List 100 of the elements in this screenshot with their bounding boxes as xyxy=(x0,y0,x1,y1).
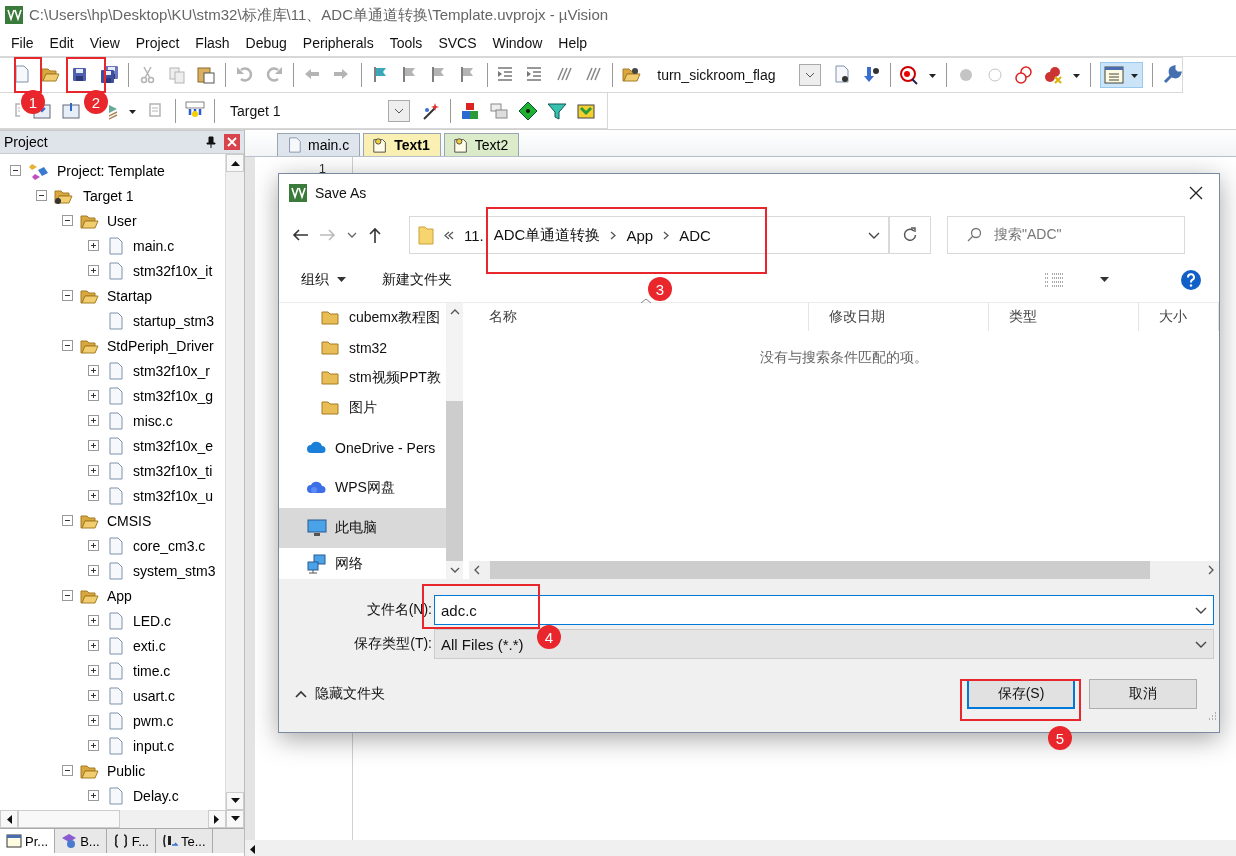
column-header[interactable]: 大小 xyxy=(1139,303,1219,331)
expand-toggle[interactable] xyxy=(88,490,99,501)
tree-item[interactable]: Startap xyxy=(107,287,153,304)
tree-item[interactable]: core_cm3.c xyxy=(133,537,206,554)
nav-item[interactable]: 图片 xyxy=(279,393,446,423)
tree-item[interactable]: system_stm3 xyxy=(133,562,216,579)
back-arrow-icon[interactable] xyxy=(291,227,309,243)
tree-item[interactable]: stm32f10x_g xyxy=(133,387,214,404)
nav-item[interactable]: stm视频PPT教 xyxy=(279,363,446,393)
expand-toggle[interactable] xyxy=(62,290,73,301)
cancel-button[interactable]: 取消 xyxy=(1089,679,1197,709)
scroll-up-icon[interactable] xyxy=(230,160,240,166)
target-combo[interactable]: Target 1 xyxy=(224,98,412,123)
tree-item[interactable]: misc.c xyxy=(133,412,173,429)
nav-item[interactable]: 网络 xyxy=(279,548,446,579)
save-button[interactable]: 保存(S) xyxy=(967,679,1075,709)
expand-toggle[interactable] xyxy=(88,390,99,401)
open-folder-icon[interactable] xyxy=(41,65,61,85)
recent-locations-icon[interactable] xyxy=(347,231,357,239)
help-icon[interactable] xyxy=(1181,270,1201,290)
expand-toggle[interactable] xyxy=(88,715,99,726)
expand-toggle[interactable] xyxy=(88,790,99,801)
menu-item[interactable]: Help xyxy=(550,35,596,51)
menu-item[interactable]: File xyxy=(3,35,42,51)
panel-tab[interactable]: Te... xyxy=(156,829,213,853)
menu-item[interactable]: Peripherals xyxy=(294,35,382,51)
remove-breakpoints-icon[interactable] xyxy=(1043,65,1064,85)
sort-caret-icon[interactable] xyxy=(640,298,652,304)
expand-toggle[interactable] xyxy=(88,365,99,376)
tree-item[interactable]: CMSIS xyxy=(107,512,152,529)
tree-item[interactable]: Project: Template xyxy=(57,162,165,179)
caret-icon[interactable] xyxy=(1072,71,1082,79)
expand-toggle[interactable] xyxy=(88,240,99,251)
diamond-icon[interactable] xyxy=(518,100,538,121)
tree-item[interactable]: stm32f10x_u xyxy=(133,487,214,504)
nav-item[interactable]: OneDrive - Pers xyxy=(279,428,446,468)
menu-item[interactable]: View xyxy=(81,35,128,51)
tree-item[interactable]: Delay.c xyxy=(133,787,179,804)
nav-item[interactable]: cubemx教程图 xyxy=(279,303,446,333)
column-header[interactable]: 名称 xyxy=(469,303,809,331)
hide-folders-toggle[interactable]: 隐藏文件夹 xyxy=(295,685,385,703)
tree-item[interactable]: User xyxy=(107,212,137,229)
expand-toggle[interactable] xyxy=(62,215,73,226)
expand-toggle[interactable] xyxy=(88,615,99,626)
scrollbar-thumb[interactable] xyxy=(18,810,120,828)
column-header[interactable]: 类型 xyxy=(989,303,1139,331)
editor-tab[interactable]: Text1 xyxy=(363,133,441,156)
file-name-field[interactable]: adc.c xyxy=(434,595,1214,625)
breadcrumb[interactable]: ADC xyxy=(679,226,711,244)
scroll-up-icon[interactable] xyxy=(449,309,460,315)
menu-item[interactable]: Debug xyxy=(237,35,295,51)
breadcrumb[interactable]: App xyxy=(626,226,654,244)
paste-icon[interactable] xyxy=(195,65,216,85)
tree-item[interactable]: exti.c xyxy=(133,637,166,654)
up-arrow-icon[interactable] xyxy=(367,226,383,244)
close-icon[interactable] xyxy=(224,134,240,150)
panel-tab[interactable]: B... xyxy=(55,829,107,853)
tree-item[interactable]: stm32f10x_it xyxy=(133,262,213,279)
expand-toggle[interactable] xyxy=(62,590,73,601)
menu-item[interactable]: Tools xyxy=(381,35,431,51)
scroll-left-icon[interactable] xyxy=(6,814,12,824)
expand-toggle[interactable] xyxy=(88,540,99,551)
find-combo[interactable]: turn_sickroom_flag xyxy=(651,63,823,87)
address-dropdown-icon[interactable] xyxy=(868,231,880,239)
expand-toggle[interactable] xyxy=(88,640,99,651)
organize-menu[interactable]: 组织 xyxy=(301,271,346,289)
tree-item[interactable]: pwm.c xyxy=(133,712,174,729)
scroll-left-icon[interactable] xyxy=(249,844,255,854)
refresh-button[interactable] xyxy=(889,216,931,254)
scroll-down-icon[interactable] xyxy=(230,798,240,804)
scroll-down-icon[interactable] xyxy=(230,816,240,822)
expand-toggle[interactable] xyxy=(88,265,99,276)
expand-toggle[interactable] xyxy=(88,565,99,576)
tree-item[interactable]: Target 1 xyxy=(83,187,134,204)
panel-tab[interactable]: Pr... xyxy=(0,829,56,853)
expand-toggle[interactable] xyxy=(88,415,99,426)
expand-toggle[interactable] xyxy=(88,665,99,676)
components-icon[interactable] xyxy=(460,100,480,121)
scroll-down-icon[interactable] xyxy=(449,567,460,573)
tree-item[interactable]: Public xyxy=(107,762,146,779)
menu-item[interactable]: Flash xyxy=(187,35,238,51)
scroll-left-icon[interactable] xyxy=(473,565,480,575)
tree-item[interactable]: StdPeriph_Driver xyxy=(107,337,214,354)
expand-toggle[interactable] xyxy=(62,765,73,776)
tree-item[interactable]: usart.c xyxy=(133,687,175,704)
rebuild-icon[interactable] xyxy=(61,100,81,121)
nav-item[interactable]: WPS网盘 xyxy=(279,468,446,508)
expand-toggle[interactable] xyxy=(36,190,47,201)
expand-toggle[interactable] xyxy=(88,465,99,476)
pin-icon[interactable] xyxy=(206,136,216,148)
overflow-chevron-icon[interactable] xyxy=(444,230,454,240)
new-folder-button[interactable]: 新建文件夹 xyxy=(382,271,452,289)
expand-toggle[interactable] xyxy=(88,440,99,451)
find-in-files-icon[interactable] xyxy=(622,65,643,85)
address-bar[interactable]: 11. ADC单通道转换 App ADC xyxy=(409,216,889,254)
scrollbar-thumb[interactable] xyxy=(490,561,1150,579)
tree-item[interactable]: startup_stm3 xyxy=(133,312,214,329)
menu-item[interactable]: Edit xyxy=(41,35,82,51)
expand-toggle[interactable] xyxy=(88,740,99,751)
panel-tab[interactable]: F... xyxy=(106,829,156,853)
